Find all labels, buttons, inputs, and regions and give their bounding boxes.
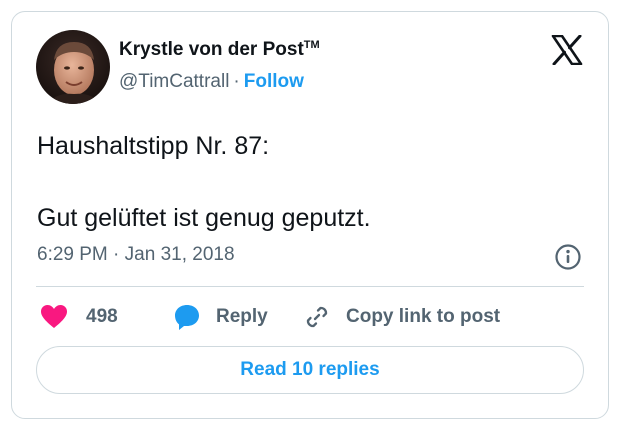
handle-separator: · [233,71,240,92]
author-display-name[interactable]: Krystle von der PostTM [119,39,320,61]
speech-bubble-icon [175,305,199,330]
tweet-timestamp[interactable]: 6:29 PM · Jan 31, 2018 [37,244,235,266]
trademark-mark: TM [303,39,320,51]
reply-button[interactable]: Reply [173,302,268,332]
author-handle-line: @TimCattrall · Follow [119,71,304,93]
reply-label: Reply [216,306,268,327]
tweet-text: Haushaltstipp Nr. 87: Gut gelüftet ist g… [37,129,597,235]
heart-icon [41,305,67,328]
tweet-time: 6:29 PM [37,244,108,265]
tweet-line-1: Haushaltstipp Nr. 87: [37,132,270,160]
author-name-text[interactable]: Krystle von der Post [119,39,304,60]
copy-link-label: Copy link to post [346,306,501,327]
tweet-line-2: Gut gelüftet ist genug geputzt. [37,204,371,232]
tweet-line-gap [37,163,597,201]
tweet-card: Krystle von der PostTM @TimCattrall · Foll… [11,11,609,419]
action-bar: 498 Reply Copy link to post [36,302,596,332]
follow-link[interactable]: Follow [244,71,304,92]
tweet-date: Jan 31, 2018 [124,244,235,265]
author-handle[interactable]: @TimCattrall [119,71,229,92]
read-replies-button[interactable]: Read 10 replies [36,346,584,394]
divider [36,286,584,287]
like-button[interactable]: 498 [40,302,118,332]
info-icon[interactable] [554,243,582,271]
avatar[interactable] [36,30,110,104]
link-icon [306,306,328,328]
date-separator: · [113,244,120,265]
like-count: 498 [86,306,118,327]
x-logo-icon[interactable] [551,34,583,66]
copy-link-button[interactable]: Copy link to post [303,302,500,332]
